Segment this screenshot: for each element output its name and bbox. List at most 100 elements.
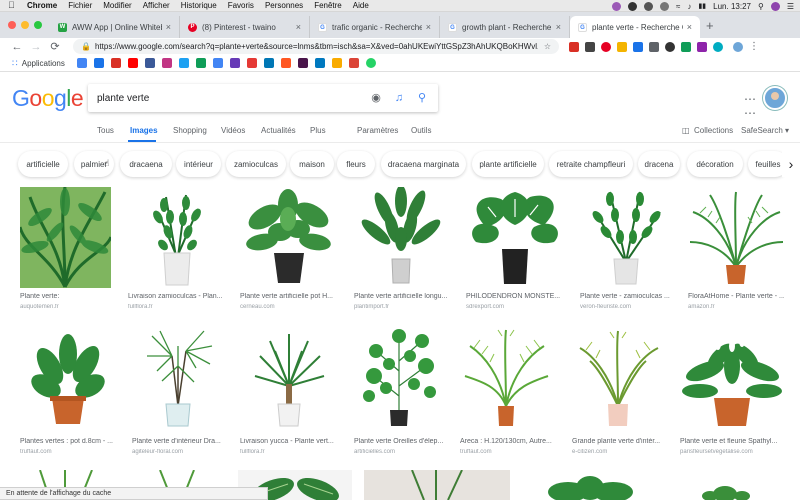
- close-window-icon[interactable]: [8, 21, 16, 29]
- close-tab-icon[interactable]: ×: [556, 22, 561, 32]
- result-thumbnail[interactable]: [240, 326, 338, 430]
- result-caption[interactable]: Plante verte Oreilles d'élep...: [354, 438, 444, 445]
- result-source[interactable]: artificielles.com: [354, 449, 444, 455]
- bookmark-icon[interactable]: [246, 58, 257, 68]
- bookmark-icon[interactable]: [93, 58, 104, 68]
- search-icon[interactable]: ⚲: [415, 91, 429, 105]
- result-caption[interactable]: Livraison zamioculcas - Plan...: [128, 293, 226, 300]
- menu-favoris[interactable]: Favoris: [228, 1, 254, 10]
- result-thumbnail[interactable]: [132, 326, 224, 430]
- forward-arrow-icon[interactable]: →: [29, 40, 43, 54]
- nav-collections[interactable]: Collections: [694, 126, 733, 135]
- result-thumbnail[interactable]: [572, 326, 664, 430]
- result-caption[interactable]: Plante verte:: [20, 293, 111, 300]
- result-caption[interactable]: Areca : H.120/130cm, Autre...: [460, 438, 552, 445]
- result-thumbnail[interactable]: [580, 187, 673, 288]
- close-tab-icon[interactable]: ×: [166, 22, 171, 32]
- chips-next-arrow-icon[interactable]: ›: [782, 151, 800, 177]
- nav-tab-images[interactable]: Images: [130, 126, 158, 135]
- instagram-bookmark-icon[interactable]: [161, 58, 172, 68]
- result-caption[interactable]: FloraAtHome - Plante verte - ...: [688, 293, 784, 300]
- chip[interactable]: dracena: [638, 151, 680, 177]
- result-caption[interactable]: Livraison yucca - Plante vert...: [240, 438, 338, 445]
- microphone-icon[interactable]: ♫: [392, 91, 406, 105]
- volume-icon[interactable]: ♪: [687, 2, 691, 11]
- reload-icon[interactable]: ⟳: [48, 40, 62, 54]
- result-source[interactable]: parisfleursetvegetalise.com: [680, 449, 784, 455]
- chip[interactable]: maison: [290, 151, 334, 177]
- result-thumbnail[interactable]: [128, 187, 226, 288]
- result-source[interactable]: truffaut.com: [460, 449, 552, 455]
- bookmark-applications[interactable]: Applications: [22, 59, 65, 68]
- chip[interactable]: zamioculcas: [226, 151, 286, 177]
- result-thumbnail[interactable]: [523, 470, 657, 500]
- search-input[interactable]: plante verte: [97, 93, 369, 104]
- analytics-bookmark-icon[interactable]: [331, 58, 342, 68]
- result-source[interactable]: truffaut.com: [20, 449, 118, 455]
- menu-chrome[interactable]: Chrome: [27, 1, 57, 10]
- collections-icon[interactable]: ◫: [682, 126, 690, 135]
- facebook-bookmark-icon[interactable]: [144, 58, 155, 68]
- apps-grid-icon[interactable]: ∷: [12, 58, 18, 69]
- result-thumbnail[interactable]: [460, 326, 552, 430]
- extension-icon[interactable]: [649, 41, 659, 52]
- result-thumbnail[interactable]: [354, 187, 448, 288]
- chip[interactable]: dracaena marginata: [381, 151, 466, 177]
- bookmark-star-icon[interactable]: ☆: [544, 42, 551, 51]
- pinterest-extension-icon[interactable]: [601, 41, 611, 52]
- result-thumbnail[interactable]: [354, 326, 444, 430]
- result-thumbnail[interactable]: [688, 187, 784, 288]
- youtube-bookmark-icon[interactable]: [127, 58, 138, 68]
- extension-icon[interactable]: [569, 41, 579, 52]
- close-tab-icon[interactable]: ×: [296, 22, 301, 32]
- chip[interactable]: artificielle: [18, 151, 68, 177]
- result-thumbnail[interactable]: [240, 187, 338, 288]
- result-thumbnail[interactable]: [680, 326, 784, 430]
- siri-icon[interactable]: [770, 1, 780, 11]
- browser-tab-active[interactable]: G plante verte - Recherche Goo ×: [570, 16, 700, 38]
- extension-icon[interactable]: [617, 41, 627, 52]
- nav-tab-shopping[interactable]: Shopping: [173, 126, 207, 135]
- profile-avatar-icon[interactable]: [733, 41, 743, 52]
- extension-icon[interactable]: [681, 41, 691, 52]
- chip[interactable]: fleurs: [337, 151, 375, 177]
- tray-app-icon[interactable]: [628, 1, 638, 11]
- result-thumbnail[interactable]: [20, 187, 111, 288]
- lock-icon[interactable]: 🔒: [81, 42, 91, 51]
- zoom-window-icon[interactable]: [34, 21, 42, 29]
- tray-app-icon[interactable]: [644, 1, 654, 11]
- browser-tab[interactable]: G growth plant - Recherche Goo ×: [440, 16, 570, 38]
- browser-tab[interactable]: W AWW App | Online Whiteboard ×: [50, 16, 180, 38]
- result-caption[interactable]: PHILODENDRON MONSTE...: [466, 293, 564, 300]
- battery-icon[interactable]: ▮▮: [698, 2, 706, 10]
- bookmark-icon[interactable]: [280, 58, 291, 68]
- nav-tab-actualites[interactable]: Actualités: [261, 126, 296, 135]
- nav-tab-tous[interactable]: Tous: [97, 126, 114, 135]
- close-tab-icon[interactable]: ×: [426, 22, 431, 32]
- bookmark-icon[interactable]: [348, 58, 359, 68]
- extension-icon[interactable]: [697, 41, 707, 52]
- extension-icon[interactable]: [585, 41, 595, 52]
- spotlight-icon[interactable]: ⚲: [758, 2, 764, 11]
- nav-safesearch[interactable]: SafeSearch ▾: [741, 126, 789, 135]
- chip[interactable]: retraite champfleuri: [549, 151, 633, 177]
- back-arrow-icon[interactable]: ←: [10, 40, 24, 54]
- chip[interactable]: décoration: [687, 151, 743, 177]
- google-apps-grid-icon[interactable]: ⋯ ⋯: [744, 92, 756, 120]
- result-source[interactable]: fullflora.fr: [128, 304, 226, 310]
- chrome-menu-icon[interactable]: ⋮: [749, 41, 759, 52]
- chip[interactable]: plante artificielle: [472, 151, 544, 177]
- cloud-icon[interactable]: [660, 1, 670, 11]
- result-caption[interactable]: Plante verte d'intérieur Dra...: [132, 438, 224, 445]
- result-caption[interactable]: Plante verte et fleurie Spathyl...: [680, 438, 784, 445]
- google-logo[interactable]: Google: [12, 85, 84, 112]
- wifi-icon[interactable]: ≈: [676, 2, 680, 11]
- nav-parametres[interactable]: Paramètres: [357, 126, 398, 135]
- menu-afficher[interactable]: Afficher: [143, 1, 170, 10]
- result-thumbnail[interactable]: [20, 326, 118, 430]
- search-box[interactable]: plante verte ◉ ♫ ⚲: [88, 84, 438, 112]
- chip[interactable]: dracaena: [120, 151, 172, 177]
- result-caption[interactable]: Grande plante verte d'intér...: [572, 438, 664, 445]
- result-caption[interactable]: Plante verte - zamioculcas ...: [580, 293, 673, 300]
- result-source[interactable]: plantimport.fr: [354, 304, 448, 310]
